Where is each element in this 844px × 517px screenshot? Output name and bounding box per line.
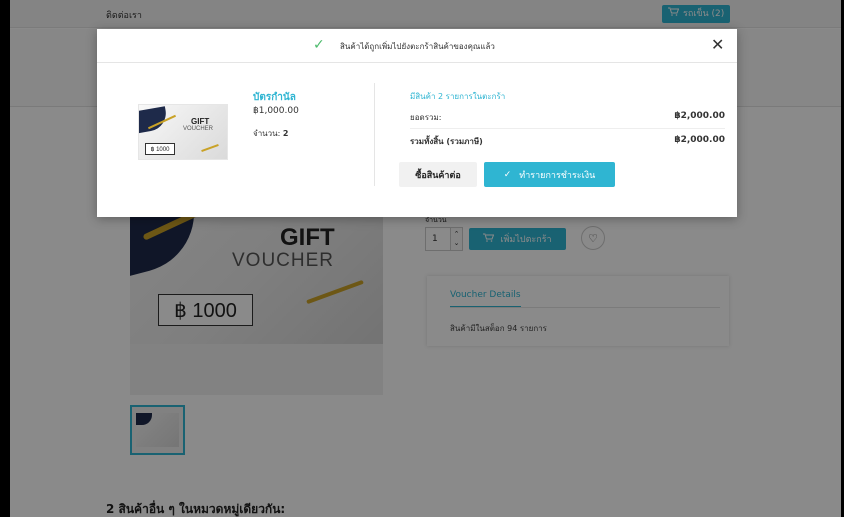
- total-row: รวมทั้งสิ้น (รวมภาษี) ฿2,000.00: [410, 135, 725, 148]
- subtotal-value: ฿2,000.00: [674, 111, 725, 121]
- modal-product-quantity: จำนวน: 2: [253, 127, 288, 140]
- modal-product-price: ฿1,000.00: [253, 106, 299, 116]
- checkout-button[interactable]: ✓ ทำรายการชำระเงิน: [484, 162, 615, 187]
- thumb-gift-text: GIFT: [191, 117, 210, 126]
- close-icon[interactable]: ✕: [711, 35, 724, 54]
- checkout-label: ทำรายการชำระเงิน: [519, 170, 596, 181]
- modal-quantity-value: 2: [282, 129, 289, 138]
- check-icon: ✓: [313, 37, 325, 53]
- subtotal-row: ยอดรวม: ฿2,000.00: [410, 111, 725, 124]
- browser-viewport: ติดต่อเรา รถเข็น (2) GIFT VOUCHER ฿ 1000…: [10, 0, 841, 517]
- total-value: ฿2,000.00: [674, 135, 725, 145]
- subtotal-label: ยอดรวม:: [410, 113, 442, 122]
- cart-count-text: มีสินค้า 2 รายการในตะกร้า: [410, 92, 506, 101]
- add-to-cart-modal: ✓ สินค้าได้ถูกเพิ่มไปยังตะกร้าสินค้าของค…: [97, 29, 737, 217]
- row-separator: [410, 128, 725, 129]
- modal-divider: [374, 83, 375, 186]
- gold-ribbon-decoration: [201, 143, 219, 153]
- modal-product-name: บัตรกำนัล: [253, 92, 296, 103]
- thumb-amount: ฿ 1000: [145, 143, 175, 155]
- total-label: รวมทั้งสิ้น (รวมภาษี): [410, 137, 483, 146]
- modal-product-image: GIFT VOUCHER ฿ 1000: [138, 104, 228, 160]
- modal-quantity-label: จำนวน:: [253, 129, 281, 138]
- modal-header: ✓ สินค้าได้ถูกเพิ่มไปยังตะกร้าสินค้าของค…: [97, 29, 737, 63]
- thumb-voucher-text: VOUCHER: [183, 126, 214, 132]
- continue-shopping-button[interactable]: ซื้อสินค้าต่อ: [399, 162, 477, 187]
- check-icon: ✓: [503, 169, 512, 180]
- modal-title: สินค้าได้ถูกเพิ่มไปยังตะกร้าสินค้าของคุณ…: [340, 42, 495, 51]
